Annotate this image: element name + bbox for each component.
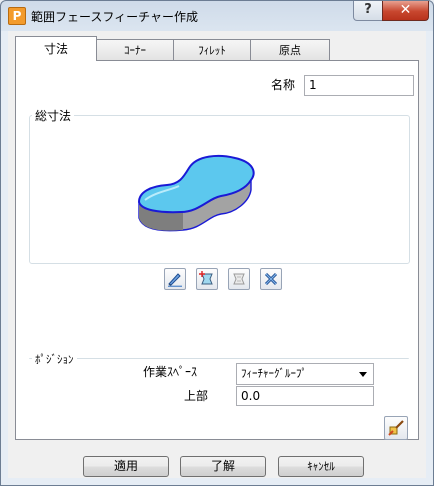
dimensions-group-title: 総寸法 [32,107,75,124]
name-input[interactable]: 1 [304,75,414,96]
edit-pencil-icon[interactable] [164,268,186,290]
title-bar[interactable]: P 範囲フェースフィーチャー作成 ? ✕ [1,1,433,31]
position-group-title: ﾎﾟｼﾞｼｮﾝ [32,351,77,367]
tab-fillet[interactable]: ﾌｨﾚｯﾄ [173,39,251,60]
tab-corner[interactable]: ｺｰﾅｰ [96,39,174,60]
tab-origin[interactable]: 原点 [250,39,330,60]
chevron-down-icon [359,372,367,377]
shape-preview-image [137,154,255,232]
workspace-label: 作業ｽﾍﾟｰｽ [143,365,198,379]
vertex-select-icon[interactable] [196,268,218,290]
dialog-body: 寸法 ｺｰﾅｰ ﾌｨﾚｯﾄ 原点 名称 1 総寸法 ﾎﾟｼﾞｼｮﾝ 作業ｽﾍﾟｰ… [8,31,426,478]
apply-button[interactable]: 適用 [83,456,169,477]
top-label: 上部 [184,389,209,403]
help-button[interactable]: ? [353,1,383,21]
delete-x-icon[interactable] [260,268,282,290]
tab-panel: 名称 1 総寸法 ﾎﾟｼﾞｼｮﾝ 作業ｽﾍﾟｰｽ ﾌｨｰﾁｬｰｸﾞﾙｰﾌﾟ 上部… [15,60,419,440]
workspace-select-value: ﾌｨｰﾁｬｰｸﾞﾙｰﾌﾟ [241,367,307,380]
dialog-window: P 範囲フェースフィーチャー作成 ? ✕ 寸法 ｺｰﾅｰ ﾌｨﾚｯﾄ 原点 名称… [0,0,434,486]
settings-brush-icon[interactable] [384,416,408,440]
app-logo-icon: P [8,7,26,25]
name-label: 名称 [271,78,296,92]
ok-button[interactable]: 了解 [180,456,266,477]
position-group-divider [29,358,409,360]
close-button[interactable]: ✕ [382,1,429,21]
top-input[interactable]: 0.0 [236,386,374,406]
tab-dimensions[interactable]: 寸法 [15,36,97,61]
cancel-button[interactable]: ｷｬﾝｾﾙ [278,456,364,477]
window-title: 範囲フェースフィーチャー作成 [31,10,199,24]
workspace-select[interactable]: ﾌｨｰﾁｬｰｸﾞﾙｰﾌﾟ [236,363,374,385]
shape-outline-icon[interactable] [228,268,250,290]
